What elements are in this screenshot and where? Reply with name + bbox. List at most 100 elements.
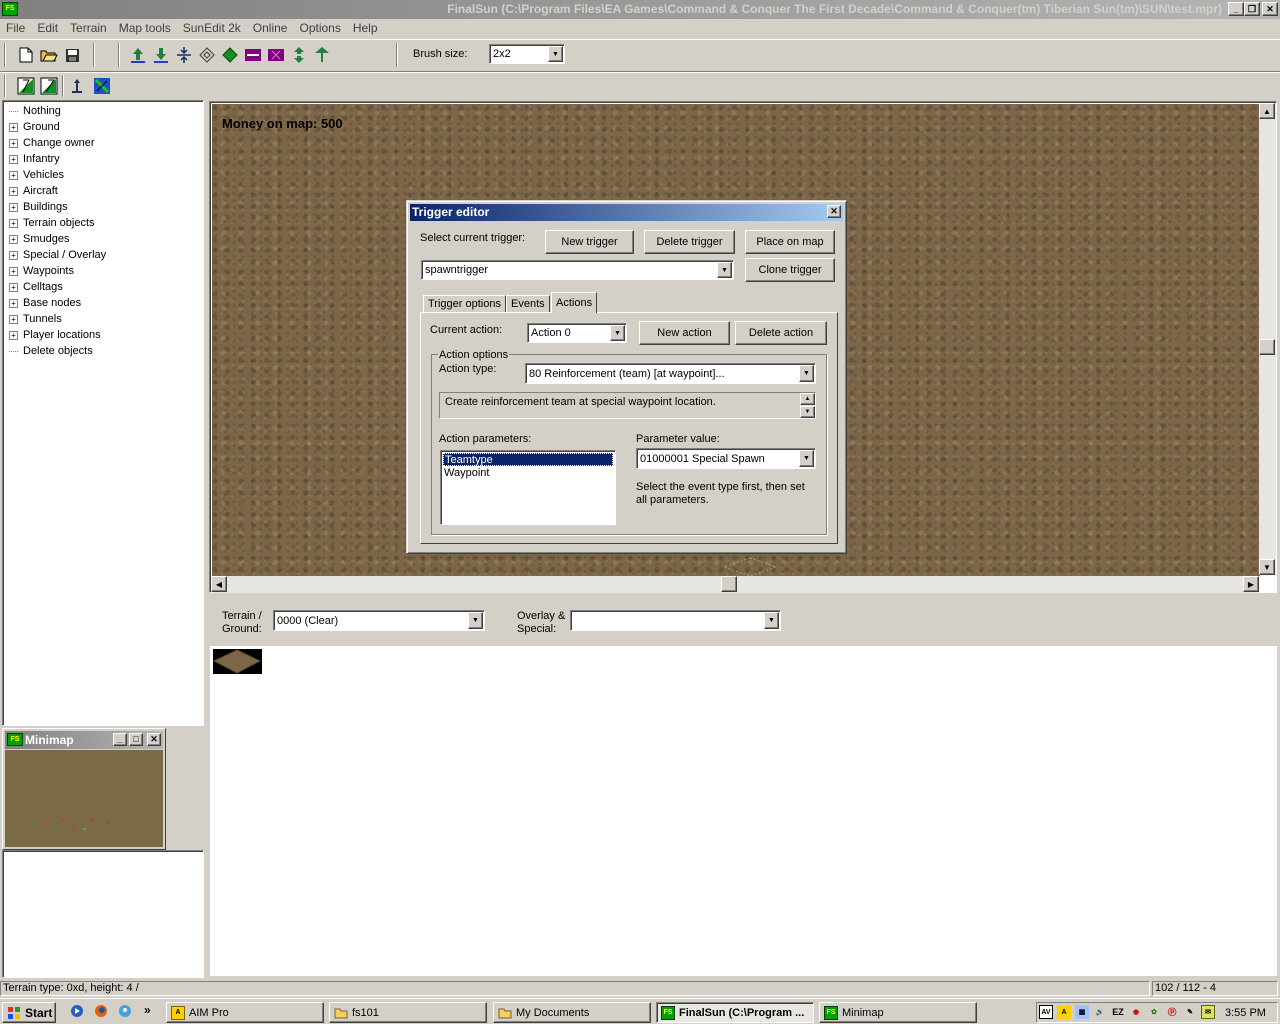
expand-plus-icon[interactable]: + bbox=[9, 282, 18, 292]
leaf-tray-icon[interactable]: ✿ bbox=[1147, 1005, 1161, 1019]
antivirus-icon[interactable]: AV bbox=[1039, 1005, 1053, 1019]
tree-item-celltags[interactable]: + Celltags bbox=[9, 279, 63, 295]
scroll-down-icon[interactable]: ▼ bbox=[1259, 559, 1275, 575]
delete-action-button[interactable]: Delete action bbox=[735, 321, 827, 345]
flatten-ground-icon[interactable] bbox=[173, 44, 195, 66]
vertical-scroll-thumb[interactable] bbox=[1259, 339, 1275, 355]
action-type-dropdown[interactable]: 80 Reinforcement (team) [at waypoint]...… bbox=[525, 363, 816, 384]
expand-plus-icon[interactable]: + bbox=[9, 250, 18, 260]
minimize-icon[interactable]: _ bbox=[1228, 2, 1244, 16]
new-trigger-button[interactable]: New trigger bbox=[545, 230, 634, 254]
tree-item-waypoints[interactable]: + Waypoints bbox=[9, 263, 74, 279]
tree-item-aircraft[interactable]: + Aircraft bbox=[9, 183, 58, 199]
minimize-icon[interactable]: _ bbox=[113, 733, 127, 746]
slope-tool-icon[interactable] bbox=[15, 75, 37, 97]
finalsun-app-icon[interactable]: FS bbox=[2, 2, 18, 16]
expand-plus-icon[interactable]: + bbox=[9, 234, 18, 244]
task-fs101[interactable]: fs101 bbox=[329, 1002, 487, 1023]
current-action-dropdown[interactable]: Action 0 ▼ bbox=[527, 323, 627, 343]
tree-item-base-nodes[interactable]: + Base nodes bbox=[9, 295, 81, 311]
tab-events[interactable]: Events bbox=[506, 295, 550, 313]
media-player-icon[interactable] bbox=[70, 1004, 84, 1018]
new-file-icon[interactable] bbox=[15, 44, 37, 66]
scroll-up-icon[interactable]: ▲ bbox=[800, 393, 815, 405]
scroll-left-icon[interactable]: ◀ bbox=[211, 576, 227, 592]
clear-tile-thumbnail[interactable] bbox=[212, 649, 262, 674]
tree-item-buildings[interactable]: + Buildings bbox=[9, 199, 68, 215]
restore-icon[interactable]: ❐ bbox=[1244, 2, 1260, 16]
tile-outline-icon[interactable] bbox=[196, 44, 218, 66]
expand-plus-icon[interactable]: + bbox=[9, 122, 18, 132]
tray-misc-icon[interactable]: ✎ bbox=[1183, 1005, 1197, 1019]
lock-icon[interactable]: ℗ bbox=[1165, 1005, 1179, 1019]
purple-grid-icon[interactable] bbox=[265, 44, 287, 66]
horizontal-scroll-thumb[interactable] bbox=[721, 576, 737, 592]
place-on-map-button[interactable]: Place on map bbox=[745, 230, 835, 254]
current-trigger-dropdown[interactable]: spawntrigger ▼ bbox=[421, 260, 734, 280]
list-item-teamtype[interactable]: Teamtype bbox=[443, 453, 613, 466]
chevron-down-icon[interactable]: ▼ bbox=[610, 325, 625, 341]
messenger-icon[interactable] bbox=[118, 1004, 132, 1018]
tab-trigger-options[interactable]: Trigger options bbox=[423, 295, 506, 313]
terrain-ground-dropdown[interactable]: 0000 (Clear) ▼ bbox=[273, 610, 485, 631]
close-icon[interactable]: ✕ bbox=[147, 733, 161, 746]
close-icon[interactable]: ✕ bbox=[827, 205, 841, 218]
task-minimap[interactable]: FS Minimap bbox=[819, 1002, 977, 1023]
tree-object-icon[interactable] bbox=[311, 44, 333, 66]
tree-item-tunnels[interactable]: + Tunnels bbox=[9, 311, 62, 327]
menu-file[interactable]: File bbox=[0, 19, 31, 38]
tab-actions[interactable]: Actions bbox=[551, 292, 598, 313]
open-folder-icon[interactable] bbox=[38, 44, 60, 66]
scroll-up-icon[interactable]: ▲ bbox=[1259, 103, 1275, 119]
action-parameters-list[interactable]: Teamtype Waypoint bbox=[440, 450, 616, 525]
message-tray-icon[interactable]: ✉ bbox=[1201, 1005, 1215, 1019]
expand-plus-icon[interactable]: + bbox=[9, 298, 18, 308]
task-my-documents[interactable]: My Documents bbox=[493, 1002, 651, 1023]
lower-ground-icon[interactable] bbox=[150, 44, 172, 66]
volume-icon[interactable]: 🔊 bbox=[1093, 1005, 1107, 1019]
tree-item-player-locations[interactable]: + Player locations bbox=[9, 327, 101, 343]
cliff-map-icon[interactable] bbox=[91, 75, 113, 97]
tree-item-change-owner[interactable]: + Change owner bbox=[9, 135, 95, 151]
expand-plus-icon[interactable]: + bbox=[9, 330, 18, 340]
minimap-canvas[interactable] bbox=[5, 750, 163, 847]
tree-item-infantry[interactable]: + Infantry bbox=[9, 151, 60, 167]
cliff-up-icon[interactable] bbox=[66, 75, 88, 97]
tree-item-nothing[interactable]: Nothing bbox=[9, 103, 61, 119]
menu-options[interactable]: Options bbox=[293, 19, 346, 38]
maximize-icon[interactable]: □ bbox=[129, 733, 143, 746]
expand-plus-icon[interactable]: + bbox=[9, 186, 18, 196]
chevron-down-icon[interactable]: ▼ bbox=[764, 612, 779, 629]
description-scrollbar[interactable]: ▲ ▼ bbox=[800, 393, 815, 418]
green-tile-icon[interactable] bbox=[219, 44, 241, 66]
task-finalsun[interactable]: FS FinalSun (C:\Program ... bbox=[656, 1002, 814, 1023]
menu-map-tools[interactable]: Map tools bbox=[113, 19, 177, 38]
chevron-down-icon[interactable]: ▼ bbox=[468, 612, 483, 629]
menu-edit[interactable]: Edit bbox=[31, 19, 64, 38]
delete-trigger-button[interactable]: Delete trigger bbox=[644, 230, 735, 254]
terrain-tile-list[interactable] bbox=[210, 646, 1277, 976]
scroll-right-icon[interactable]: ▶ bbox=[1243, 576, 1259, 592]
start-button[interactable]: Start bbox=[2, 1002, 56, 1023]
slope-tool-alt-icon[interactable] bbox=[38, 75, 60, 97]
tree-item-ground[interactable]: + Ground bbox=[9, 119, 60, 135]
chevron-down-icon[interactable]: ▼ bbox=[799, 450, 814, 467]
clone-trigger-button[interactable]: Clone trigger bbox=[745, 258, 835, 282]
menu-help[interactable]: Help bbox=[347, 19, 384, 38]
tree-item-smudges[interactable]: + Smudges bbox=[9, 231, 69, 247]
task-aim-pro[interactable]: A AIM Pro bbox=[166, 1002, 324, 1023]
close-icon[interactable]: ✕ bbox=[1262, 2, 1278, 16]
parameter-value-dropdown[interactable]: 01000001 Special Spawn ▼ bbox=[636, 448, 816, 469]
scroll-down-icon[interactable]: ▼ bbox=[800, 406, 815, 418]
new-action-button[interactable]: New action bbox=[639, 321, 730, 345]
list-item-waypoint[interactable]: Waypoint bbox=[444, 467, 489, 480]
brush-size-dropdown[interactable]: 2x2 ▼ bbox=[489, 44, 565, 64]
chevron-down-icon[interactable]: ▼ bbox=[799, 365, 814, 382]
firefox-icon[interactable] bbox=[94, 1004, 108, 1018]
expand-plus-icon[interactable]: + bbox=[9, 138, 18, 148]
map-vertical-scrollbar[interactable]: ▲ ▼ bbox=[1259, 103, 1276, 575]
expand-plus-icon[interactable]: + bbox=[9, 266, 18, 276]
tree-item-terrain-objects[interactable]: + Terrain objects bbox=[9, 215, 95, 231]
ez-tray-icon[interactable]: EZ bbox=[1111, 1005, 1125, 1019]
map-horizontal-scrollbar[interactable]: ◀ ▶ bbox=[211, 576, 1259, 593]
